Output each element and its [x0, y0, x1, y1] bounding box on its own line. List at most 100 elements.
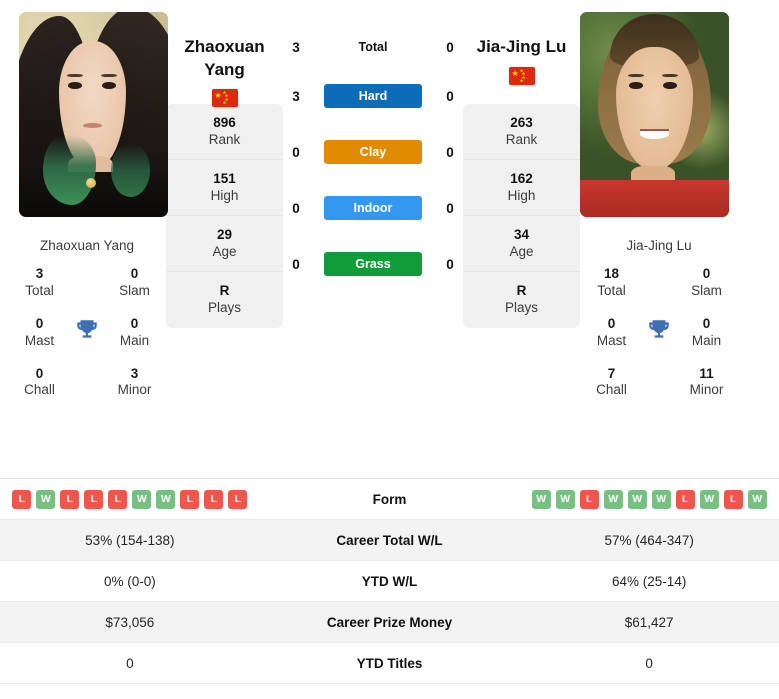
form-badge-win[interactable]: W [651, 489, 671, 509]
right-player-photo-name: Jia-Jing Lu [626, 238, 692, 253]
comparison-stats-table: L W L L L W W L L L Form W W L W W W L W L W 53% (154-138) Car… [0, 478, 779, 684]
left-high-label: High [210, 187, 239, 203]
form-badge-win[interactable]: W [36, 489, 56, 509]
form-badge-loss[interactable]: L [12, 489, 32, 509]
right-player-header: Jia-Jing Lu ★ ★ ★ ★ ★ [463, 12, 580, 104]
left-player-name-line2: Yang [204, 59, 245, 79]
left-form-badges: LWLLLWWLLL [0, 489, 260, 509]
h2h-right-grass: 0 [446, 256, 454, 272]
left-titles-total: 3 Total [12, 266, 67, 300]
surface-badge-grass[interactable]: Grass [324, 252, 422, 276]
right-form-badges: WWLWWWLWLW [519, 489, 779, 509]
left-player-photo-column: Zhaoxuan Yang 3 Total 0 Slam 0 Mast 0 Ma… [8, 12, 168, 399]
right-titles-minor: 11 Minor [679, 366, 734, 400]
surface-badge-clay[interactable]: Clay [324, 140, 422, 164]
china-flag-icon-right: ★ ★ ★ ★ ★ [508, 66, 535, 85]
left-titles-grid: 3 Total 0 Slam 0 Mast 0 Main 0 Chall 3 M… [8, 253, 166, 399]
form-badge-loss[interactable]: L [228, 489, 248, 509]
comparison-top-section: Zhaoxuan Yang 3 Total 0 Slam 0 Mast 0 Ma… [0, 0, 779, 478]
right-player-photo-column: Jia-Jing Lu 18 Total 0 Slam 0 Mast 0 Mai… [580, 12, 738, 399]
right-titles-chall: 7 Chall [584, 366, 639, 400]
h2h-right-total: 0 [446, 39, 454, 55]
right-titles-slam-value: 0 [702, 266, 711, 281]
surface-badge-indoor[interactable]: Indoor [324, 196, 422, 220]
left-titles-slam: 0 Slam [107, 266, 162, 300]
left-high-cell: 151 High [166, 160, 283, 216]
form-badge-win[interactable]: W [627, 489, 647, 509]
right-plays-value: R [516, 283, 527, 299]
h2h-row-clay: 0 Clay 0 [283, 124, 463, 180]
form-badge-win[interactable]: W [699, 489, 719, 509]
right-player-name: Jia-Jing Lu [476, 37, 567, 56]
table-row: L W L L L W W L L L Form W W L W W W L W L W [0, 479, 779, 520]
right-titles-total-value: 18 [603, 266, 620, 281]
form-badge-win[interactable]: W [156, 489, 176, 509]
left-titles-main-value: 0 [130, 315, 139, 331]
form-badge-loss[interactable]: L [84, 489, 104, 509]
h2h-left-clay: 0 [292, 144, 300, 160]
h2h-left-total: 3 [292, 39, 300, 55]
right-plays-cell: R Plays [463, 272, 580, 328]
right-age-label: Age [509, 243, 534, 259]
form-badge-win[interactable]: W [531, 489, 551, 509]
left-high-value: 151 [213, 170, 236, 186]
left-titles-mast-value: 0 [35, 315, 44, 331]
left-titles-minor: 3 Minor [107, 366, 162, 400]
table-row: 0% (0-0) YTD W/L 64% (25-14) [0, 561, 779, 602]
form-badge-loss[interactable]: L [579, 489, 599, 509]
left-titles-mast-label: Mast [24, 332, 55, 348]
form-badge-win[interactable]: W [555, 489, 575, 509]
left-titles-main: 0 Main [107, 316, 162, 350]
left-titles-total-label: Total [25, 282, 54, 298]
form-badge-win[interactable]: W [132, 489, 152, 509]
h2h-left-hard: 3 [292, 88, 300, 104]
left-player-photo[interactable] [19, 12, 168, 217]
right-titles-grid: 18 Total 0 Slam 0 Mast 0 Main 7 Chall 11… [580, 253, 738, 399]
right-titles-main-label: Main [691, 332, 722, 348]
left-titles-main-label: Main [119, 332, 150, 348]
form-badge-loss[interactable]: L [675, 489, 695, 509]
left-titles-slam-label: Slam [119, 282, 150, 298]
form-badge-loss[interactable]: L [180, 489, 200, 509]
right-titles-mast-value: 0 [607, 315, 616, 331]
right-titles-mast: 0 Mast [584, 316, 639, 350]
head-to-head-column: 3 Total 0 3 Hard 0 0 Clay 0 0 Indoor 0 0 Grass 0 [283, 12, 463, 292]
right-career-prize-money-value: $61,427 [624, 614, 674, 630]
left-career-prize-money-value: $73,056 [105, 614, 155, 630]
form-badge-loss[interactable]: L [204, 489, 224, 509]
left-trophy-icon-cell [67, 317, 107, 348]
right-high-value: 162 [510, 170, 533, 186]
left-rank-cell: 896 Rank [166, 104, 283, 160]
table-row: $73,056 Career Prize Money $61,427 [0, 602, 779, 643]
left-titles-minor-value: 3 [130, 365, 139, 381]
china-flag-icon-left: ★ ★ ★ ★ ★ [211, 89, 238, 108]
right-titles-main-value: 0 [702, 315, 711, 331]
h2h-right-clay: 0 [446, 144, 454, 160]
form-badge-loss[interactable]: L [108, 489, 128, 509]
left-titles-chall-label: Chall [24, 382, 55, 398]
left-player-name: Zhaoxuan Yang [166, 12, 283, 81]
left-player-stats-column: Zhaoxuan Yang ★ ★ ★ ★ ★ 896 Rank 151 High [166, 12, 283, 328]
right-titles-total: 18 Total [584, 266, 639, 300]
form-badge-win[interactable]: W [603, 489, 623, 509]
left-player-name-line1: Zhaoxuan [184, 37, 265, 56]
form-badge-win[interactable]: W [747, 489, 767, 509]
form-badge-loss[interactable]: L [60, 489, 80, 509]
form-badge-loss[interactable]: L [723, 489, 743, 509]
left-titles-total-value: 3 [35, 266, 44, 281]
right-high-cell: 162 High [463, 160, 580, 216]
right-age-cell: 34 Age [463, 216, 580, 272]
left-titles-slam-value: 0 [130, 266, 139, 281]
h2h-row-grass: 0 Grass 0 [283, 236, 463, 292]
right-titles-minor-label: Minor [689, 382, 724, 398]
table-row-label: YTD Titles [356, 655, 423, 671]
h2h-right-hard: 0 [446, 88, 454, 104]
right-titles-total-label: Total [597, 282, 626, 298]
left-rank-value: 896 [213, 114, 236, 130]
h2h-right-indoor: 0 [446, 200, 454, 216]
table-row-label: Career Total W/L [336, 532, 443, 548]
surface-badge-hard[interactable]: Hard [324, 84, 422, 108]
right-player-photo[interactable] [580, 12, 729, 217]
right-rank-value: 263 [510, 114, 533, 130]
trophy-icon [74, 317, 100, 348]
